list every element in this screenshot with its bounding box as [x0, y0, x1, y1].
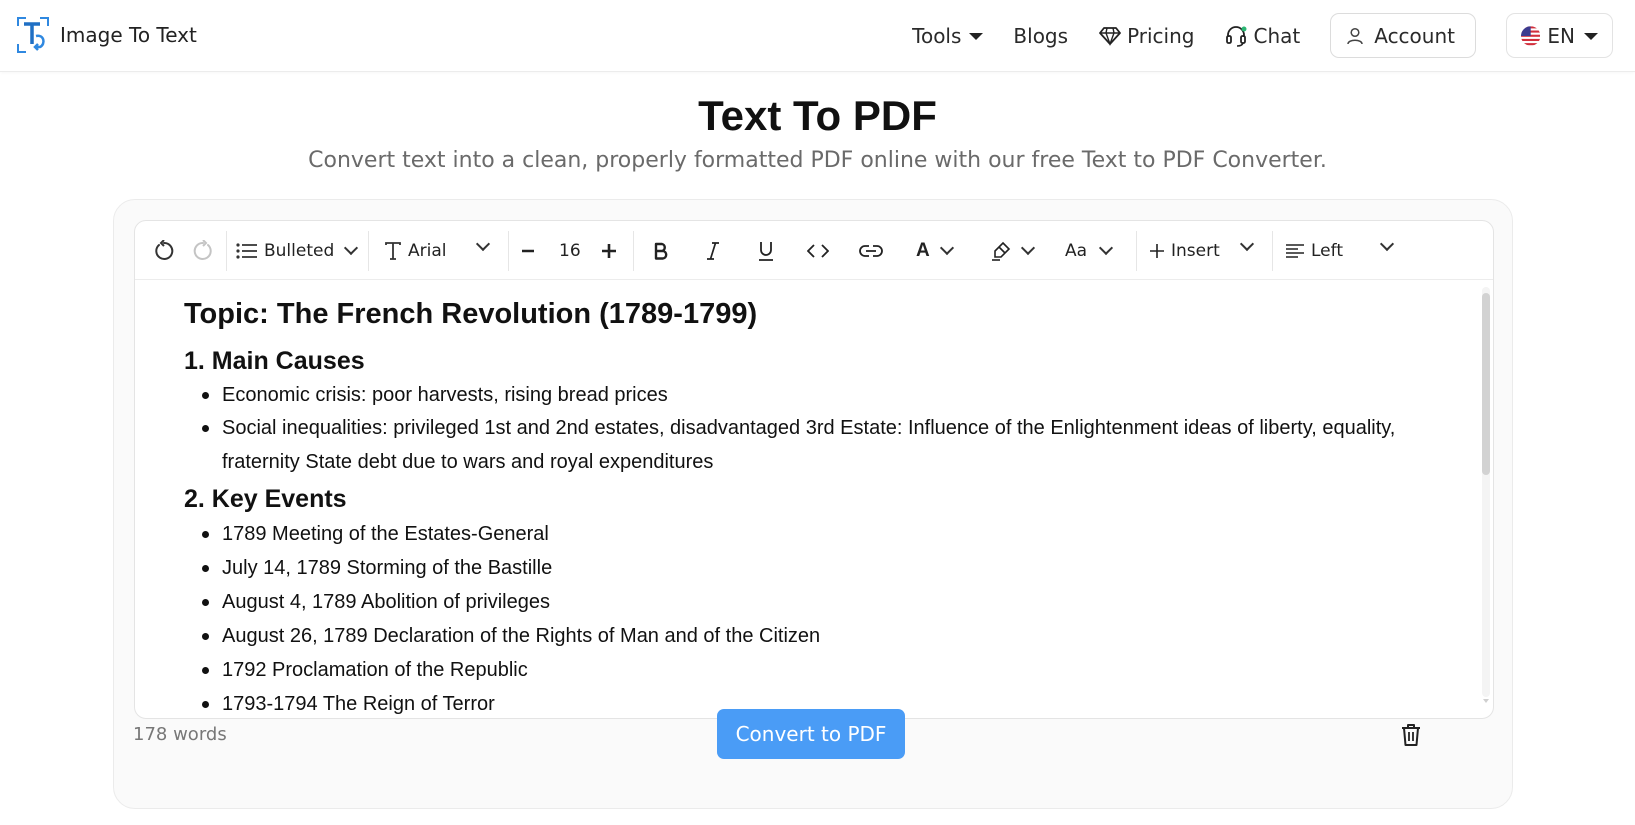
list-item: August 26, 1789 Declaration of the Right…: [202, 619, 1402, 653]
word-count: 178 words: [133, 724, 227, 745]
toolbar-divider: [368, 231, 369, 271]
page-subtitle: Convert text into a clean, properly form…: [308, 148, 1327, 173]
nav-blogs-label: Blogs: [1013, 23, 1069, 48]
nav-chat[interactable]: Chat: [1225, 24, 1300, 48]
chevron-down-icon: [344, 240, 359, 255]
rich-text-editor: Bulleted Arial 16 A Aa Insert Left Topic…: [134, 220, 1494, 719]
plus-icon: [602, 243, 616, 258]
pricing-diamond-icon: [1099, 26, 1121, 46]
section-heading: 1. Main Causes: [184, 347, 365, 375]
align-left-icon: [1286, 243, 1304, 258]
font-family-label: Arial: [408, 240, 447, 261]
text-color-dropdown[interactable]: A: [916, 221, 954, 280]
redo-icon: [193, 239, 212, 260]
account-label: Account: [1374, 23, 1455, 48]
highlight-dropdown[interactable]: [991, 221, 1036, 280]
text-case-dropdown[interactable]: Aa: [1065, 221, 1114, 280]
underline-button[interactable]: [758, 221, 774, 280]
link-icon: [859, 244, 883, 257]
list-item: 1792 Proclamation of the Republic: [202, 653, 1402, 687]
toolbar-divider: [633, 231, 634, 271]
link-button[interactable]: [859, 221, 883, 280]
converter-card: Bulleted Arial 16 A Aa Insert Left Topic…: [113, 199, 1513, 809]
editor-scrollbar[interactable]: [1482, 287, 1490, 703]
account-button[interactable]: Account: [1330, 13, 1476, 58]
code-icon: [807, 243, 829, 258]
document-heading: Topic: The French Revolution (1789-1799): [184, 298, 758, 330]
logo-text: Image To Text: [60, 23, 197, 47]
list-item: August 4, 1789 Abolition of privileges: [202, 585, 1402, 619]
logo-icon: [17, 17, 49, 53]
italic-icon: [707, 241, 719, 260]
list-item: 1789 Meeting of the Estates-General: [202, 517, 1402, 551]
font-family-dropdown[interactable]: Arial: [384, 221, 499, 280]
redo-button[interactable]: [192, 221, 214, 280]
scroll-down-arrow-icon[interactable]: [1483, 699, 1489, 703]
nav-blogs[interactable]: Blogs: [1013, 24, 1068, 48]
font-size-increase[interactable]: [600, 221, 618, 280]
bold-icon: [654, 242, 668, 260]
list-item: Economic crisis: poor harvests, rising b…: [202, 378, 1402, 412]
chevron-down-icon: [1020, 240, 1036, 255]
convert-to-pdf-button[interactable]: Convert to PDF: [717, 709, 905, 759]
nav-pricing[interactable]: Pricing: [1099, 24, 1194, 48]
highlight-icon: [992, 241, 1011, 261]
bold-button[interactable]: [653, 221, 669, 280]
font-size-input[interactable]: 16: [559, 221, 581, 280]
chevron-down-icon: [475, 236, 491, 252]
page-title: Text To PDF: [698, 92, 937, 139]
language-label: EN: [1547, 23, 1575, 48]
toolbar-divider: [1136, 231, 1137, 271]
editor-content[interactable]: Topic: The French Revolution (1789-1799)…: [135, 281, 1475, 718]
site-header: Image To Text Tools Blogs Pricing Chat A…: [0, 0, 1635, 72]
chevron-down-icon: [939, 240, 954, 255]
text-case-label: Aa: [1065, 240, 1088, 261]
toolbar-divider: [226, 231, 227, 271]
chevron-down-icon: [1239, 236, 1255, 252]
nav-pricing-label: Pricing: [1127, 23, 1195, 48]
list-item: July 14, 1789 Storming of the Bastille: [202, 551, 1402, 585]
section-heading: 2. Key Events: [184, 485, 347, 513]
scrollbar-thumb[interactable]: [1482, 293, 1490, 475]
text-color-icon: A: [916, 239, 930, 261]
nav-tools[interactable]: Tools: [912, 23, 984, 48]
caret-down-icon: [969, 33, 984, 40]
alignment-label: Left: [1311, 240, 1343, 261]
list-icon: [236, 242, 257, 259]
minus-icon: [522, 249, 534, 252]
code-button[interactable]: [807, 221, 829, 280]
toolbar-divider: [508, 231, 509, 271]
chevron-down-icon: [1098, 240, 1114, 255]
list-style-dropdown[interactable]: Bulleted: [236, 221, 359, 280]
alignment-dropdown[interactable]: Left: [1285, 221, 1405, 280]
caret-down-icon: [1584, 33, 1598, 40]
nav-chat-label: Chat: [1253, 23, 1301, 48]
insert-dropdown[interactable]: Insert: [1149, 221, 1269, 280]
editor-toolbar: Bulleted Arial 16 A Aa Insert Left: [135, 221, 1493, 280]
list-item: Social inequalities: privileged 1st and …: [202, 411, 1402, 479]
chat-headset-icon: [1226, 25, 1247, 47]
nav-tools-label: Tools: [912, 23, 962, 48]
us-flag-icon: [1521, 25, 1541, 46]
undo-icon: [155, 239, 174, 260]
toolbar-divider: [1272, 231, 1273, 271]
main-nav: Tools Blogs Pricing Chat Account EN: [912, 13, 1613, 58]
user-icon: [1347, 27, 1363, 44]
logo[interactable]: Image To Text: [16, 16, 197, 54]
undo-button[interactable]: [153, 221, 175, 280]
italic-button[interactable]: [706, 221, 720, 280]
font-size-value: 16: [559, 240, 581, 261]
font-icon: [385, 241, 401, 260]
font-size-decrease[interactable]: [520, 221, 536, 280]
insert-plus-icon: [1150, 243, 1164, 258]
underline-icon: [759, 241, 773, 261]
trash-icon[interactable]: [1397, 721, 1425, 749]
language-selector[interactable]: EN: [1506, 13, 1613, 58]
insert-label: Insert: [1171, 240, 1220, 261]
chevron-down-icon: [1379, 236, 1395, 252]
list-style-label: Bulleted: [264, 240, 335, 261]
